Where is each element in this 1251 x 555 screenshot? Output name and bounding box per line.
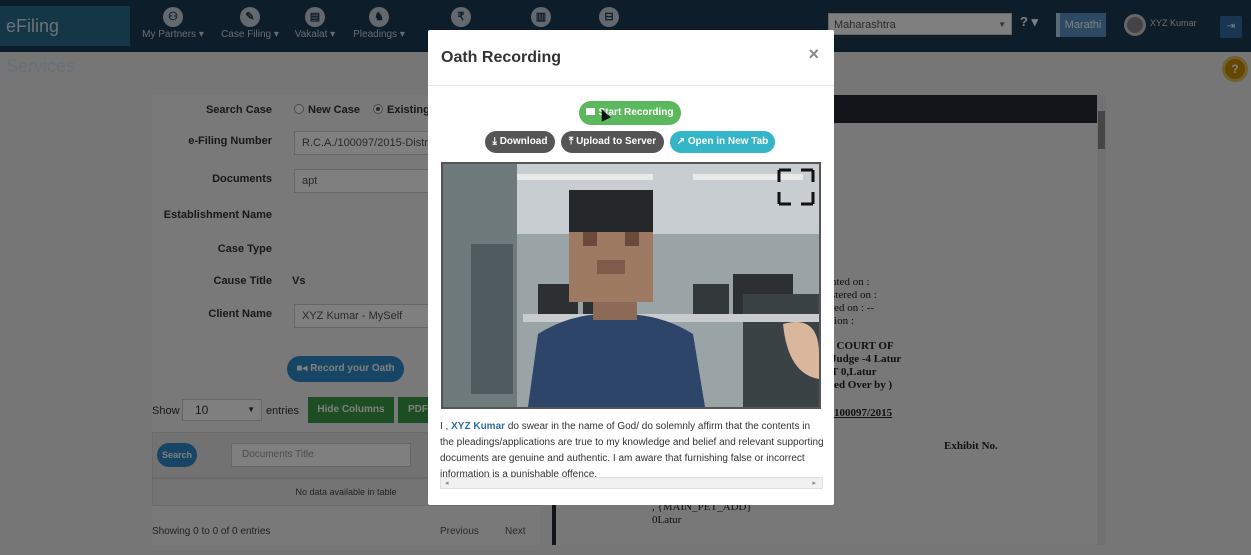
open-new-tab-label: Open in New Tab: [687, 136, 769, 147]
download-button[interactable]: ⤓ Download: [485, 131, 555, 153]
oath-statement: I , XYZ Kumar do swear in the name of Go…: [440, 419, 824, 483]
scroll-left-icon[interactable]: ◂: [445, 479, 449, 487]
webcam-frame: [443, 164, 819, 407]
download-label: Download: [499, 136, 548, 147]
oath-recording-modal: Oath Recording × Start Recording ⤓ Downl…: [428, 30, 834, 505]
open-new-tab-button[interactable]: ↗ Open in New Tab: [670, 131, 775, 153]
external-link-icon: ↗: [676, 136, 686, 147]
close-icon[interactable]: ×: [808, 44, 819, 65]
video-camera-icon: [586, 108, 596, 115]
download-icon: ⤓: [492, 136, 497, 147]
scroll-right-icon[interactable]: ▸: [812, 479, 816, 487]
oath-name: XYZ Kumar: [451, 421, 506, 432]
oath-prefix: I ,: [440, 421, 449, 432]
video-preview[interactable]: [441, 162, 821, 409]
oath-horizontal-scrollbar[interactable]: ◂ ▸: [440, 477, 823, 489]
upload-button[interactable]: ⤒ Upload to Server: [561, 131, 664, 153]
modal-divider: [428, 85, 834, 86]
upload-icon: ⤒: [568, 136, 574, 147]
modal-title: Oath Recording: [441, 49, 562, 66]
upload-label: Upload to Server: [576, 136, 657, 147]
start-recording-button[interactable]: Start Recording: [579, 101, 681, 125]
